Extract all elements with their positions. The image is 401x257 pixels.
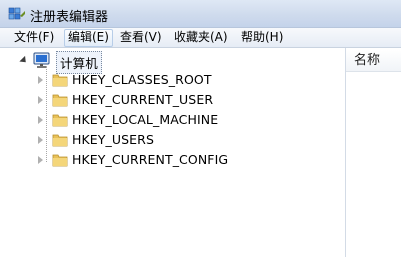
- menu-file[interactable]: 文件(F): [11, 29, 57, 47]
- values-pane[interactable]: 名称: [345, 48, 401, 257]
- tree-node-label[interactable]: HKEY_CURRENT_CONFIG: [72, 152, 228, 167]
- folder-icon: [52, 154, 68, 167]
- folder-icon: [52, 114, 68, 127]
- menu-favorites[interactable]: 收藏夹(A): [171, 29, 231, 47]
- expand-arrow-icon[interactable]: [38, 96, 43, 104]
- folder-icon: [52, 74, 68, 87]
- menu-bar: 文件(F) 编辑(E) 查看(V) 收藏夹(A) 帮助(H): [0, 28, 401, 48]
- tree-node-label[interactable]: HKEY_USERS: [72, 132, 154, 147]
- tree-node-label[interactable]: HKEY_LOCAL_MACHINE: [72, 112, 218, 127]
- regedit-icon: [8, 7, 25, 20]
- expand-arrow-icon[interactable]: [38, 76, 43, 84]
- folder-icon: [52, 94, 68, 107]
- folder-icon: [52, 134, 68, 147]
- menu-view[interactable]: 查看(V): [117, 29, 165, 47]
- title-bar: 注册表编辑器: [0, 0, 401, 28]
- computer-icon: [33, 52, 50, 68]
- tree-guide-line: [46, 66, 47, 162]
- expand-arrow-icon[interactable]: [38, 136, 43, 144]
- expand-arrow-icon[interactable]: [38, 156, 43, 164]
- tree-node-label[interactable]: HKEY_CURRENT_USER: [72, 92, 213, 107]
- expand-arrow-icon[interactable]: [38, 116, 43, 124]
- tree-node-label[interactable]: HKEY_CLASSES_ROOT: [72, 72, 212, 87]
- menu-edit[interactable]: 编辑(E): [64, 29, 113, 47]
- window-title: 注册表编辑器: [30, 10, 109, 25]
- column-header-name[interactable]: 名称: [346, 50, 401, 72]
- menu-help[interactable]: 帮助(H): [238, 29, 286, 47]
- tree-node-label[interactable]: 计算机: [56, 51, 102, 74]
